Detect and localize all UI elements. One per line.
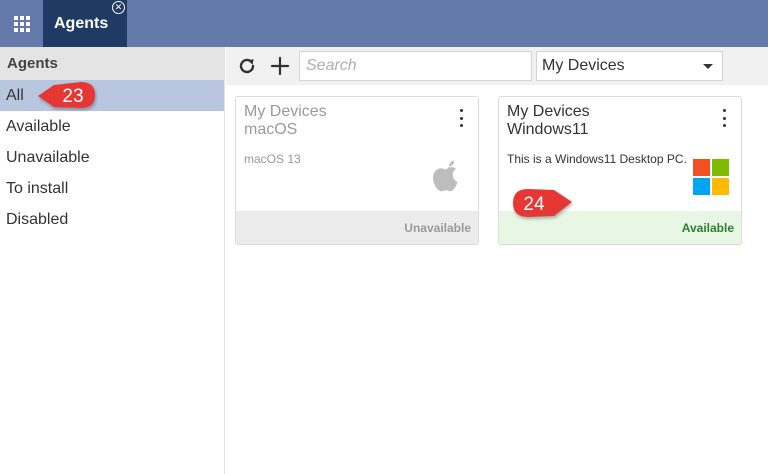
status-badge: Unavailable xyxy=(236,211,478,244)
callout-badge-23: 23 xyxy=(38,82,95,108)
card-group: My Devices xyxy=(244,103,327,120)
plus-icon xyxy=(270,56,290,76)
sidebar-item-disabled[interactable]: Disabled xyxy=(0,204,224,235)
agent-card-macos[interactable]: My Devices macOS macOS 13 Unavailable xyxy=(235,96,479,245)
toolbar: My Devices xyxy=(226,47,768,85)
windows-logo-icon xyxy=(693,159,729,195)
card-description: macOS 13 xyxy=(244,152,301,166)
tab-label: Agents xyxy=(54,14,109,32)
card-group: My Devices xyxy=(507,103,590,120)
sidebar-header: Agents xyxy=(0,47,224,80)
card-name: macOS xyxy=(244,121,298,138)
sidebar-item-to-install[interactable]: To install xyxy=(0,173,224,204)
add-button[interactable] xyxy=(267,53,293,79)
card-title: My Devices Windows11 xyxy=(507,103,590,139)
refresh-button[interactable] xyxy=(234,53,260,79)
callout-number: 23 xyxy=(62,86,83,107)
kebab-menu-icon[interactable] xyxy=(721,109,727,127)
sidebar-item-all[interactable]: All xyxy=(0,80,224,111)
search-input[interactable] xyxy=(299,51,532,81)
top-bar: Agents ✕ xyxy=(0,0,768,47)
grid-icon xyxy=(13,15,30,32)
device-filter-select[interactable]: My Devices xyxy=(536,51,723,81)
callout-badge-24: 24 xyxy=(513,189,572,217)
card-name: Windows11 xyxy=(507,121,589,138)
kebab-menu-icon[interactable] xyxy=(458,109,464,127)
card-description: This is a Windows11 Desktop PC. xyxy=(507,152,687,166)
apps-grid-button[interactable] xyxy=(0,0,43,47)
card-title: My Devices macOS xyxy=(244,103,327,139)
agent-card-windows11[interactable]: My Devices Windows11 This is a Windows11… xyxy=(498,96,742,245)
refresh-icon xyxy=(239,58,255,74)
device-filter-value: My Devices xyxy=(542,57,625,74)
sidebar-item-unavailable[interactable]: Unavailable xyxy=(0,142,224,173)
caret-down-icon xyxy=(703,64,713,69)
close-circle-icon[interactable]: ✕ xyxy=(112,1,125,14)
tab-agents[interactable]: Agents ✕ xyxy=(43,0,127,47)
sidebar-item-available[interactable]: Available xyxy=(0,111,224,142)
callout-number: 24 xyxy=(523,194,545,215)
sidebar: Agents All Available Unavailable To inst… xyxy=(0,47,225,474)
apple-logo-icon xyxy=(433,160,458,192)
